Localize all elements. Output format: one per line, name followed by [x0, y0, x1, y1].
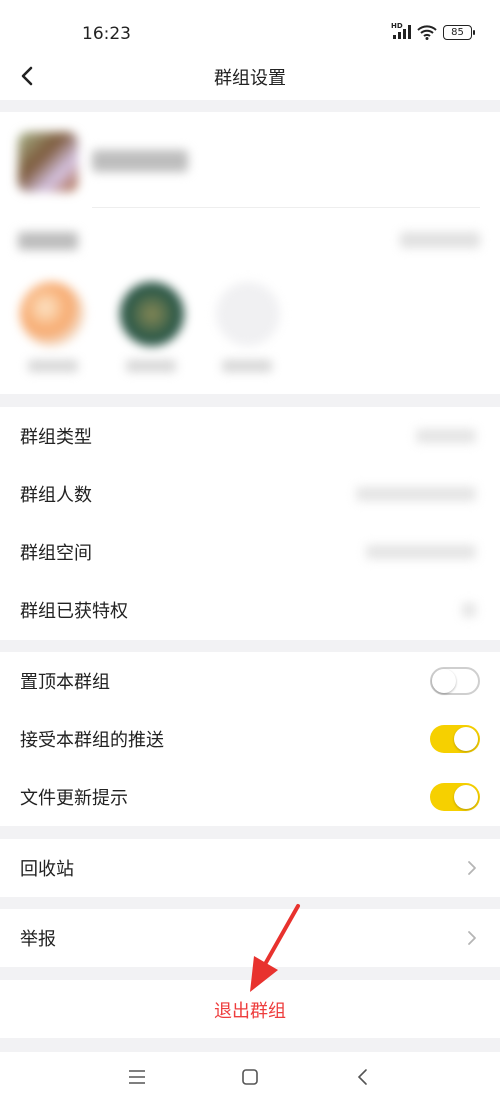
group-space-value	[366, 545, 476, 559]
group-toggles-section: 置顶本群组 接受本群组的推送 文件更新提示	[0, 652, 500, 826]
group-info-section: 群组类型 群组人数 群组空间 群组已获特权	[0, 407, 500, 640]
settings-row-group-privileges[interactable]: 群组已获特权	[0, 581, 500, 639]
recycle-bin-row[interactable]: 回收站	[0, 839, 500, 897]
member-name	[222, 360, 272, 372]
home-icon[interactable]	[241, 1068, 259, 1086]
status-bar: 16:23 HD 85	[0, 0, 500, 58]
pointer-arrow-icon	[250, 904, 300, 992]
members-more-link[interactable]	[400, 232, 480, 248]
file-update-toggle[interactable]	[430, 783, 480, 811]
member-name	[126, 360, 176, 372]
group-name[interactable]	[92, 150, 188, 172]
members-label	[18, 232, 78, 250]
privileges-chevron-icon	[462, 603, 476, 617]
settings-row-group-space[interactable]: 群组空间	[0, 523, 500, 581]
accept-push-toggle[interactable]	[430, 725, 480, 753]
cell-signal-icon: HD	[391, 22, 411, 39]
group-avatar[interactable]	[18, 132, 78, 192]
system-nav-bar	[0, 1052, 500, 1111]
chevron-right-icon	[468, 931, 476, 945]
divider	[92, 207, 480, 208]
group-type-value	[416, 429, 476, 443]
chevron-right-icon	[468, 861, 476, 875]
settings-row-pin-group: 置顶本群组	[0, 652, 500, 710]
back-icon[interactable]	[354, 1068, 372, 1086]
settings-row-accept-push: 接受本群组的推送	[0, 710, 500, 768]
wifi-icon	[417, 25, 437, 40]
member-avatar[interactable]	[20, 282, 84, 346]
add-member-icon[interactable]	[216, 282, 280, 346]
member-name	[28, 360, 78, 372]
pin-group-toggle[interactable]	[430, 667, 480, 695]
status-icons: HD 85	[391, 22, 475, 40]
group-profile-card	[0, 112, 500, 394]
settings-row-group-members[interactable]: 群组人数	[0, 465, 500, 523]
member-avatar[interactable]	[120, 282, 184, 346]
settings-row-file-update: 文件更新提示	[0, 768, 500, 826]
battery-icon: 85	[443, 24, 475, 40]
status-time: 16:23	[82, 24, 131, 44]
nav-bar: 群组设置	[0, 58, 500, 100]
settings-row-group-type[interactable]: 群组类型	[0, 407, 500, 465]
page-title: 群组设置	[214, 68, 286, 89]
group-members-value	[356, 487, 476, 501]
menu-icon[interactable]	[128, 1068, 146, 1086]
